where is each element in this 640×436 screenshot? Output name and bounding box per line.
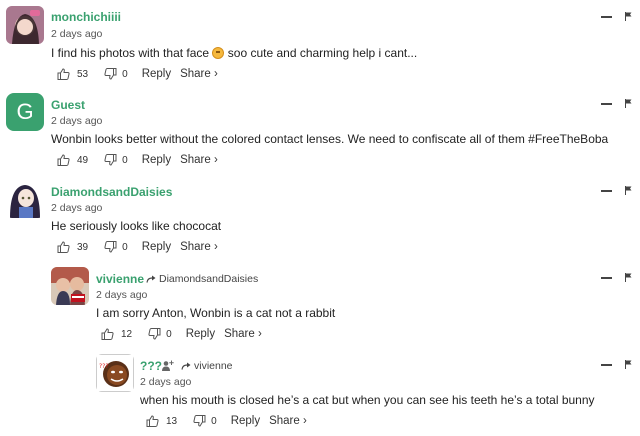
reply-to[interactable]: DiamondsandDaisies — [146, 273, 258, 285]
flag-icon[interactable] — [625, 273, 632, 282]
dislike-count: 0 — [122, 241, 128, 253]
thumbs-up-icon — [57, 241, 70, 253]
comment-date[interactable]: 2 days ago — [96, 289, 147, 301]
thumbs-down-icon — [104, 68, 117, 80]
like-button[interactable]: 49 — [57, 154, 88, 166]
share-button[interactable]: Share › — [180, 154, 218, 166]
like-count: 39 — [77, 241, 89, 253]
reply-to[interactable]: vivienne — [181, 360, 233, 372]
like-count: 49 — [77, 154, 89, 166]
minimize-icon[interactable] — [601, 363, 612, 366]
comment-text: I am sorry Anton, Wonbin is a cat not a … — [96, 306, 336, 320]
thumbs-down-icon — [193, 415, 206, 427]
comment-text-part: I find his photos with that face — [51, 46, 210, 60]
reply-button[interactable]: Reply — [186, 328, 215, 340]
reply-button[interactable]: Reply — [231, 415, 260, 427]
dislike-count: 0 — [122, 68, 128, 80]
avatar[interactable] — [51, 267, 89, 305]
comment-text: He seriously looks like chococat — [51, 219, 222, 233]
comment-actions: 53 0 Reply Share › — [57, 68, 218, 80]
flag-icon[interactable] — [625, 99, 632, 108]
dislike-count: 0 — [211, 415, 217, 427]
reply-button[interactable]: Reply — [142, 68, 171, 80]
like-button[interactable]: 53 — [57, 68, 88, 80]
comment-text: Wonbin looks better without the colored … — [51, 132, 609, 146]
avatar[interactable] — [6, 6, 44, 44]
thumbs-down-icon — [148, 328, 161, 340]
flag-icon[interactable] — [625, 360, 632, 369]
reply-arrow-icon — [146, 275, 156, 283]
comment-date[interactable]: 2 days ago — [51, 202, 102, 214]
comment-actions: 12 0 Reply Share › — [101, 328, 262, 340]
minimize-icon[interactable] — [601, 276, 612, 279]
dislike-count: 0 — [122, 154, 128, 166]
comment-date[interactable]: 2 days ago — [51, 115, 102, 127]
share-button[interactable]: Share › — [269, 415, 307, 427]
reply-button[interactable]: Reply — [142, 241, 171, 253]
thumbs-up-icon — [57, 68, 70, 80]
minimize-icon[interactable] — [601, 15, 612, 18]
comment-actions: 39 0 Reply Share › — [57, 241, 218, 253]
reply-button[interactable]: Reply — [142, 154, 171, 166]
comment-date[interactable]: 2 days ago — [51, 28, 102, 40]
comment-controls — [601, 12, 632, 21]
thumbs-up-icon — [57, 154, 70, 166]
thumbs-up-icon — [146, 415, 159, 427]
avatar-letter: G — [16, 99, 34, 124]
like-button[interactable]: 39 — [57, 241, 88, 253]
like-count: 53 — [77, 68, 89, 80]
comment-controls — [601, 273, 632, 282]
dislike-button[interactable]: 0 — [104, 154, 128, 166]
comment-controls — [601, 99, 632, 108]
share-button[interactable]: Share › — [224, 328, 262, 340]
comment-controls — [601, 360, 632, 369]
reply-to-name: vivienne — [194, 360, 233, 372]
comment-text: I find his photos with that face soo cut… — [51, 46, 417, 60]
comment-text-part: soo cute and charming help i cant... — [227, 46, 418, 60]
like-count: 13 — [166, 415, 178, 427]
like-button[interactable]: 13 — [146, 415, 177, 427]
author-name[interactable]: Guest — [51, 98, 85, 112]
dislike-count: 0 — [166, 328, 172, 340]
like-count: 12 — [121, 328, 133, 340]
dislike-button[interactable]: 0 — [104, 241, 128, 253]
smiling-face-emoji-icon — [212, 47, 225, 59]
dislike-button[interactable]: 0 — [104, 68, 128, 80]
comment-actions: 49 0 Reply Share › — [57, 154, 218, 166]
flag-icon[interactable] — [625, 186, 632, 195]
author-name[interactable]: DiamondsandDaisies — [51, 185, 172, 199]
reply-arrow-icon — [181, 362, 191, 370]
author-name[interactable]: ??? — [140, 359, 162, 373]
thumbs-down-icon — [104, 241, 117, 253]
dislike-button[interactable]: 0 — [148, 328, 172, 340]
comment-actions: 13 0 Reply Share › — [146, 415, 307, 427]
minimize-icon[interactable] — [601, 102, 612, 105]
like-button[interactable]: 12 — [101, 328, 132, 340]
thumbs-down-icon — [104, 154, 117, 166]
comment-date[interactable]: 2 days ago — [140, 376, 191, 388]
avatar[interactable]: ??? — [96, 354, 134, 392]
author-name[interactable]: monchichiiii — [51, 10, 121, 24]
avatar[interactable] — [6, 180, 44, 218]
reply-to-name: DiamondsandDaisies — [159, 273, 259, 285]
share-button[interactable]: Share › — [180, 68, 218, 80]
author-name[interactable]: vivienne — [96, 272, 144, 286]
comment-controls — [601, 186, 632, 195]
flag-icon[interactable] — [625, 12, 632, 21]
comment-text: when his mouth is closed he’s a cat but … — [140, 393, 595, 407]
dislike-button[interactable]: 0 — [193, 415, 217, 427]
svg-text:???: ??? — [99, 363, 109, 370]
thumbs-up-icon — [101, 328, 114, 340]
share-button[interactable]: Share › — [180, 241, 218, 253]
minimize-icon[interactable] — [601, 189, 612, 192]
avatar[interactable]: G — [6, 93, 44, 131]
add-user-icon[interactable] — [162, 358, 174, 376]
